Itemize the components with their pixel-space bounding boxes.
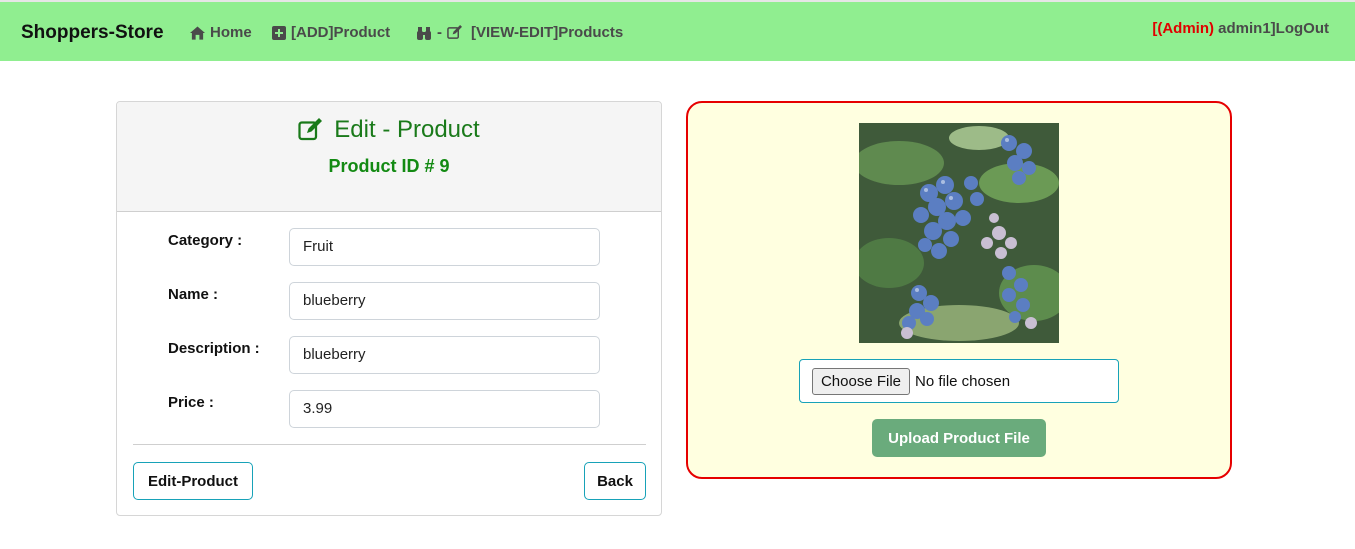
category-input[interactable]: Fruit bbox=[289, 228, 600, 266]
file-input[interactable]: Choose File No file chosen bbox=[799, 359, 1119, 403]
file-status: No file chosen bbox=[915, 373, 1011, 390]
edit-product-button[interactable]: Edit-Product bbox=[133, 462, 253, 500]
product-id: Product ID # 9 bbox=[328, 156, 450, 176]
name-label: Name : bbox=[168, 286, 219, 303]
nav-home-label: Home bbox=[210, 24, 252, 41]
navbar: Shoppers-Store Home [ADD]Product - [VIEW… bbox=[0, 0, 1355, 61]
category-label: Category : bbox=[168, 232, 243, 249]
plus-square-icon bbox=[272, 25, 286, 40]
nav-view-sep: - bbox=[437, 24, 442, 41]
description-label: Description : bbox=[168, 340, 260, 357]
nav-view-edit-products[interactable]: - [VIEW-EDIT]Products bbox=[416, 24, 623, 41]
user-role: (Admin) bbox=[1157, 20, 1214, 37]
brand[interactable]: Shoppers-Store bbox=[21, 22, 164, 44]
name-row: Name : blueberry bbox=[117, 282, 663, 322]
user-logout[interactable]: [(Admin) admin1]LogOut bbox=[1152, 20, 1329, 37]
product-image-panel: Choose File No file chosen Upload Produc… bbox=[686, 101, 1232, 479]
card-title: Edit - Product bbox=[117, 102, 661, 144]
binoculars-icon bbox=[417, 26, 431, 40]
user-name: admin1] bbox=[1213, 20, 1276, 37]
nav-home[interactable]: Home bbox=[190, 24, 252, 41]
price-input[interactable]: 3.99 bbox=[289, 390, 600, 428]
logout-link[interactable]: LogOut bbox=[1276, 20, 1329, 37]
description-input[interactable]: blueberry bbox=[289, 336, 600, 374]
name-input[interactable]: blueberry bbox=[289, 282, 600, 320]
back-button[interactable]: Back bbox=[584, 462, 646, 500]
category-row: Category : Fruit bbox=[117, 228, 663, 268]
edit-icon bbox=[447, 25, 462, 39]
price-row: Price : 3.99 bbox=[117, 390, 663, 430]
nav-view-edit-label: [VIEW-EDIT]Products bbox=[471, 24, 624, 41]
price-label: Price : bbox=[168, 394, 214, 411]
home-icon bbox=[190, 25, 205, 40]
divider bbox=[133, 444, 646, 445]
product-photo bbox=[859, 123, 1059, 343]
upload-product-file-button[interactable]: Upload Product File bbox=[872, 419, 1046, 457]
description-row: Description : blueberry bbox=[117, 336, 663, 376]
choose-file-button[interactable]: Choose File bbox=[812, 368, 910, 395]
edit-icon bbox=[298, 118, 323, 141]
nav-add-product-label: [ADD]Product bbox=[291, 24, 391, 41]
card-title-text: Edit - Product bbox=[334, 116, 480, 143]
edit-product-card: Edit - Product Product ID # 9 Category :… bbox=[116, 101, 662, 516]
nav-add-product[interactable]: [ADD]Product bbox=[272, 24, 390, 41]
card-header: Edit - Product Product ID # 9 bbox=[117, 102, 661, 212]
